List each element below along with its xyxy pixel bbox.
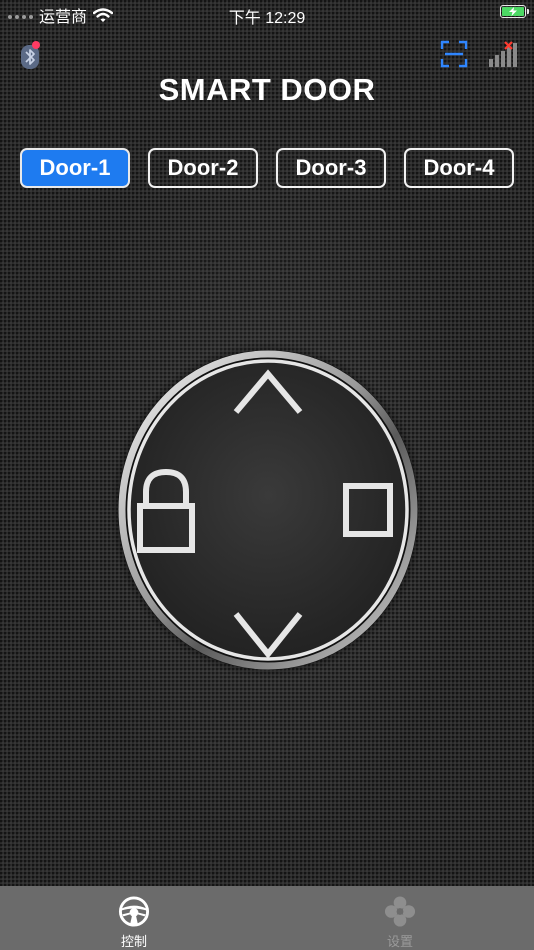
tab-door-3[interactable]: Door-3 [276,148,386,188]
door-tabs: Door-1 Door-2 Door-3 Door-4 [20,148,514,188]
up-button[interactable] [228,364,308,420]
tab-control-label: 控制 [120,934,147,949]
control-pad [110,340,426,678]
bluetooth-icon [21,41,40,69]
connection-status-button[interactable] [487,40,517,68]
tab-door-1[interactable]: Door-1 [20,148,130,188]
tab-settings[interactable]: 设置 [340,886,460,950]
scan-icon [440,40,468,68]
status-bar: 运营商 下午 12:29 [0,0,534,27]
clover-icon [384,896,416,927]
tab-door-2[interactable]: Door-2 [148,148,258,188]
stop-button[interactable] [340,482,396,538]
steering-wheel-icon [118,896,150,927]
down-icon [233,612,303,659]
stop-icon [343,483,393,537]
lock-button[interactable] [134,466,198,556]
no-signal-icon [489,41,517,67]
down-button[interactable] [228,606,308,662]
page-title: SMART DOOR [158,72,376,107]
up-icon [233,369,303,414]
scan-button[interactable] [440,40,468,68]
tab-bar: 控制 设置 [0,886,534,950]
smart-door-screen: 运营商 下午 12:29 SMART DOOR Door-1 Door-2 Do… [0,0,534,950]
tab-control[interactable]: 控制 [74,886,194,950]
clock: 下午 12:29 [228,10,306,27]
tab-settings-label: 设置 [386,934,413,949]
tab-door-4[interactable]: Door-4 [404,148,514,188]
bluetooth-status-button[interactable] [18,40,42,70]
lock-icon [137,468,195,553]
battery-icon [500,5,529,18]
